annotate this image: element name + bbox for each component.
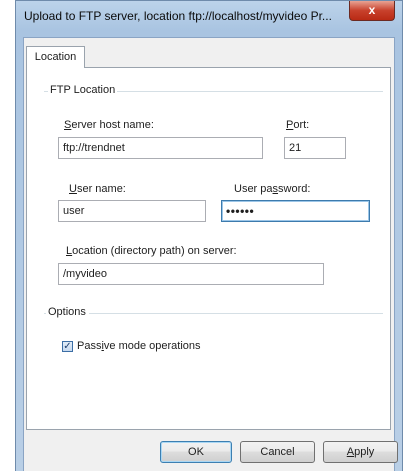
location-path-input[interactable]: /myvideo	[58, 263, 324, 285]
server-host-input[interactable]: ftp://trendnet	[58, 137, 263, 159]
user-password-label: User password:	[234, 183, 311, 195]
cancel-button[interactable]: Cancel	[240, 441, 315, 463]
options-heading: Options	[46, 306, 88, 318]
tab-location[interactable]: Location	[26, 46, 85, 68]
close-button[interactable]: x	[349, 1, 395, 21]
window-title: Upload to FTP server, location ftp://loc…	[24, 9, 332, 23]
location-path-label: Location (directory path) on server:	[66, 245, 237, 257]
ftp-location-heading: FTP Location	[48, 84, 118, 96]
port-input[interactable]: 21	[284, 137, 346, 159]
user-name-label: User name:	[69, 183, 126, 195]
ftp-group-divider-right	[113, 91, 383, 92]
user-password-input[interactable]: ••••••	[221, 200, 370, 222]
user-name-input[interactable]: user	[58, 200, 206, 222]
server-host-label: Server host name:	[64, 119, 154, 131]
passive-mode-checkbox[interactable]: ✓	[62, 341, 73, 352]
ok-button[interactable]: OK	[160, 441, 232, 463]
options-group-divider-right	[89, 313, 383, 314]
port-label: Port:	[286, 119, 310, 131]
passive-mode-label[interactable]: Passive mode operations	[77, 340, 201, 352]
apply-button[interactable]: Apply	[323, 441, 398, 463]
